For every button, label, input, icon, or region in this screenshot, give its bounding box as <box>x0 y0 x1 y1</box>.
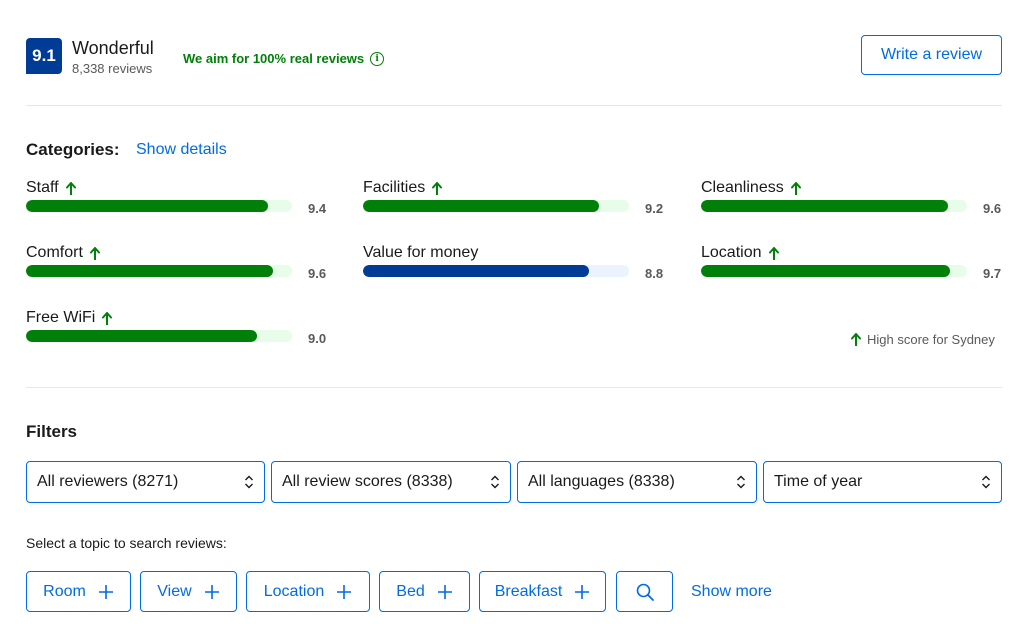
score-bar-fill <box>701 265 950 277</box>
topic-label: Breakfast <box>494 582 563 600</box>
score-bar-track <box>26 265 292 277</box>
info-icon[interactable]: i <box>370 51 385 66</box>
reviewers-select[interactable]: All reviewers (8271) <box>26 461 265 503</box>
topic-label: Bed <box>396 582 425 600</box>
score-bar-track <box>701 200 967 212</box>
category-row: Staff 9.4 <box>26 179 331 219</box>
divider <box>26 105 1002 106</box>
category-row: Location 9.7 <box>701 244 1006 284</box>
topic-prompt: Select a topic to search reviews: <box>26 535 227 551</box>
high-score-text: High score for Sydney <box>867 332 995 347</box>
category-score: 9.4 <box>308 201 327 216</box>
category-row: Facilities 9.2 <box>363 179 668 219</box>
languages-select[interactable]: All languages (8338) <box>517 461 757 503</box>
category-name: Free WiFi <box>26 309 96 326</box>
score-bar-track <box>26 330 292 342</box>
search-icon <box>636 583 654 601</box>
topic-button-bed[interactable]: Bed <box>379 571 470 612</box>
category-name: Location <box>701 244 762 261</box>
real-reviews-note: We aim for 100% real reviews i <box>183 51 385 66</box>
score-bar-track <box>363 265 629 277</box>
category-name: Comfort <box>26 244 83 261</box>
category-row: Comfort 9.6 <box>26 244 331 284</box>
category-score: 8.8 <box>645 266 664 281</box>
score-bar-fill <box>363 265 589 277</box>
rating-word: Wonderful <box>72 38 154 58</box>
topic-button-breakfast[interactable]: Breakfast <box>479 571 606 612</box>
arrow-up-icon <box>89 246 100 260</box>
category-label: Comfort <box>26 244 100 262</box>
score-bar-fill <box>26 200 268 212</box>
search-topics-button[interactable] <box>616 571 673 612</box>
category-name: Cleanliness <box>701 179 784 196</box>
category-score: 9.6 <box>308 266 327 281</box>
category-label: Free WiFi <box>26 309 113 327</box>
score-bar-track <box>363 200 629 212</box>
select-value: Time of year <box>774 473 863 490</box>
show-details-link[interactable]: Show details <box>136 141 227 159</box>
category-score: 9.6 <box>983 201 1002 216</box>
topic-button-view[interactable]: View <box>140 571 237 612</box>
category-score: 9.7 <box>983 266 1002 281</box>
topic-label: View <box>157 582 192 600</box>
score-bar-track <box>26 200 292 212</box>
category-label: Cleanliness <box>701 179 801 197</box>
category-score: 9.2 <box>645 201 664 216</box>
divider <box>26 387 1002 388</box>
arrow-up-icon <box>432 181 443 195</box>
chevron-up-down-icon <box>245 475 253 489</box>
arrow-up-icon <box>65 181 76 195</box>
high-score-legend: High score for Sydney <box>851 332 995 347</box>
category-name: Facilities <box>363 179 426 196</box>
plus-icon <box>575 584 590 599</box>
plus-icon <box>437 584 452 599</box>
topic-label: Room <box>43 582 86 600</box>
arrow-up-icon <box>768 246 779 260</box>
show-more-link[interactable]: Show more <box>691 583 772 601</box>
select-value: All review scores (8338) <box>282 473 453 490</box>
category-row: Free WiFi 9.0 <box>26 309 331 349</box>
score-bar-fill <box>701 200 948 212</box>
category-label: Location <box>701 244 779 262</box>
review-scores-select[interactable]: All review scores (8338) <box>271 461 511 503</box>
arrow-up-icon <box>851 333 861 346</box>
plus-icon <box>204 584 219 599</box>
arrow-up-icon <box>790 181 801 195</box>
topic-button-location[interactable]: Location <box>246 571 370 612</box>
category-row: Cleanliness 9.6 <box>701 179 1006 219</box>
filters-heading: Filters <box>26 422 78 441</box>
review-score-badge: 9.1 <box>26 38 62 74</box>
select-value: All languages (8338) <box>528 473 675 490</box>
write-review-button[interactable]: Write a review <box>861 35 1002 75</box>
time-of-year-select[interactable]: Time of year <box>763 461 1002 503</box>
score-bar-track <box>701 265 967 277</box>
plus-icon <box>98 584 113 599</box>
chevron-up-down-icon <box>737 475 745 489</box>
review-count: 8,338 reviews <box>72 61 153 76</box>
category-score: 9.0 <box>308 331 327 346</box>
category-name: Value for money <box>363 244 479 261</box>
chevron-up-down-icon <box>982 475 990 489</box>
topic-label: Location <box>263 582 325 600</box>
plus-icon <box>337 584 352 599</box>
category-label: Staff <box>26 179 76 197</box>
topic-button-room[interactable]: Room <box>26 571 131 612</box>
score-bar-fill <box>26 330 257 342</box>
arrow-up-icon <box>102 311 113 325</box>
select-value: All reviewers (8271) <box>37 473 179 490</box>
category-row: Value for money 8.8 <box>363 244 668 284</box>
categories-heading: Categories: <box>26 140 120 159</box>
chevron-up-down-icon <box>491 475 499 489</box>
category-label: Facilities <box>363 179 443 197</box>
real-reviews-text: We aim for 100% real reviews <box>183 51 365 66</box>
category-label: Value for money <box>363 244 478 262</box>
score-bar-fill <box>363 200 599 212</box>
score-bar-fill <box>26 265 273 277</box>
category-name: Staff <box>26 179 59 196</box>
